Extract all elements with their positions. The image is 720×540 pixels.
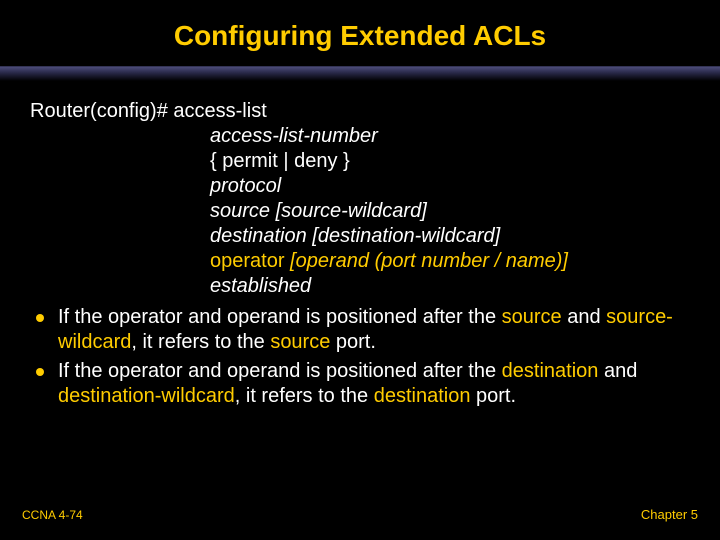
bullet-highlight: destination — [374, 385, 471, 407]
bullet-text: , it refers to the — [131, 331, 270, 353]
cmd-operator-word: operator — [210, 250, 285, 272]
bullet-text: port. — [330, 331, 376, 353]
title-divider — [0, 66, 720, 81]
cmd-arg-operator-line: operator [operand (port number / name)] — [30, 249, 690, 274]
bullet-highlight: source — [270, 331, 330, 353]
slide-title: Configuring Extended ACLs — [0, 20, 720, 52]
cmd-arg-destination: destination [destination-wildcard] — [30, 224, 690, 249]
bullet-item: If the operator and operand is positione… — [30, 359, 690, 409]
command-prefix: Router(config)# access-list — [30, 99, 690, 124]
cmd-arg-number: access-list-number — [30, 124, 690, 149]
slide: Configuring Extended ACLs Router(config)… — [0, 0, 720, 540]
bullet-item: If the operator and operand is positione… — [30, 305, 690, 355]
bullet-text: If the operator and operand is positione… — [58, 360, 502, 382]
title-area: Configuring Extended ACLs — [0, 0, 720, 60]
slide-body: Router(config)# access-list access-list-… — [0, 81, 720, 409]
bullet-text: and — [598, 360, 637, 382]
cmd-operand-rest: [operand (port number / name)] — [285, 250, 568, 272]
bullet-highlight: source — [502, 306, 562, 328]
cmd-arg-established: established — [30, 274, 690, 299]
bullet-list: If the operator and operand is positione… — [30, 305, 690, 409]
bullet-text: port. — [470, 385, 516, 407]
bullet-text: , it refers to the — [235, 385, 374, 407]
cmd-arg-source: source [source-wildcard] — [30, 199, 690, 224]
bullet-highlight: destination-wildcard — [58, 385, 235, 407]
cmd-arg-protocol: protocol — [30, 174, 690, 199]
bullet-highlight: destination — [502, 360, 599, 382]
bullet-text: and — [562, 306, 606, 328]
footer-right: Chapter 5 — [641, 507, 698, 522]
bullet-text: If the operator and operand is positione… — [58, 306, 502, 328]
cmd-arg-permitdeny: { permit | deny } — [30, 149, 690, 174]
footer-left: CCNA 4-74 — [22, 508, 83, 522]
